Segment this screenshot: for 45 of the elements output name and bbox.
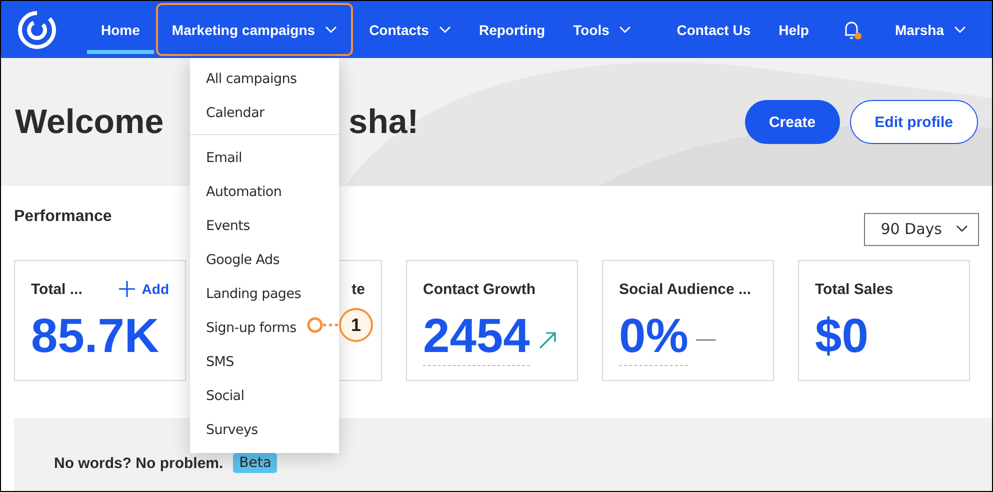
metric-title: Total Sales <box>815 280 894 298</box>
create-button[interactable]: Create <box>744 100 840 144</box>
metric-title: Social Audience ... <box>619 280 751 298</box>
menu-item[interactable]: All campaigns <box>190 71 297 87</box>
nav-link[interactable]: Home <box>87 1 154 58</box>
callout-connector-icon <box>307 315 339 335</box>
menu-item[interactable]: Sign-up forms <box>190 320 296 336</box>
metric-title: Total ... <box>31 280 82 298</box>
metric-title: te <box>352 280 365 298</box>
metric-value: 85.7K <box>31 313 160 365</box>
section-title: Performance <box>14 208 112 226</box>
caret-icon <box>954 26 966 34</box>
welcome-heading: sha! <box>348 102 419 142</box>
beta-badge: Beta <box>233 453 278 473</box>
nav-link[interactable]: Contacts <box>355 1 465 58</box>
menu-item[interactable]: Surveys <box>190 422 258 438</box>
plus-icon <box>118 280 136 298</box>
menu-item[interactable]: Landing pages <box>190 286 301 302</box>
metric-value: $0 <box>815 313 868 365</box>
menu-item[interactable]: Calendar <box>190 105 264 121</box>
metric-value: 2454 <box>423 313 530 366</box>
metric-value: 0% <box>619 313 688 366</box>
period-dropdown[interactable]: 90 Days <box>864 212 979 246</box>
edit-profile-button[interactable]: Edit profile <box>850 100 978 144</box>
menu-item[interactable]: Automation <box>190 184 282 200</box>
callout-number: 1 <box>339 308 373 342</box>
menu-item[interactable]: Google Ads <box>190 252 280 268</box>
nav-link[interactable]: Tools <box>559 1 646 58</box>
nav-link[interactable]: Help <box>764 1 823 58</box>
logo-icon[interactable] <box>17 10 57 50</box>
caret-icon <box>956 225 968 233</box>
menu-item[interactable]: Social <box>190 388 244 404</box>
banner-text: No words? No problem. <box>54 454 224 472</box>
nav-link[interactable]: Contact Us <box>662 1 765 58</box>
nav-link[interactable]: Marketing campaigns <box>156 3 354 56</box>
metric-title: Contact Growth <box>423 280 536 298</box>
menu-item[interactable]: SMS <box>190 354 234 370</box>
user-menu[interactable]: Marsha <box>880 1 980 58</box>
trend-up-arrow-icon <box>538 330 558 350</box>
menu-item[interactable]: Email <box>190 150 242 166</box>
menu-item[interactable]: Events <box>190 218 250 234</box>
add-link[interactable]: Add <box>118 280 169 298</box>
flat-trend-icon <box>696 338 716 342</box>
nav-link[interactable]: Reporting <box>464 1 560 58</box>
welcome-heading: Welcome <box>15 102 164 142</box>
